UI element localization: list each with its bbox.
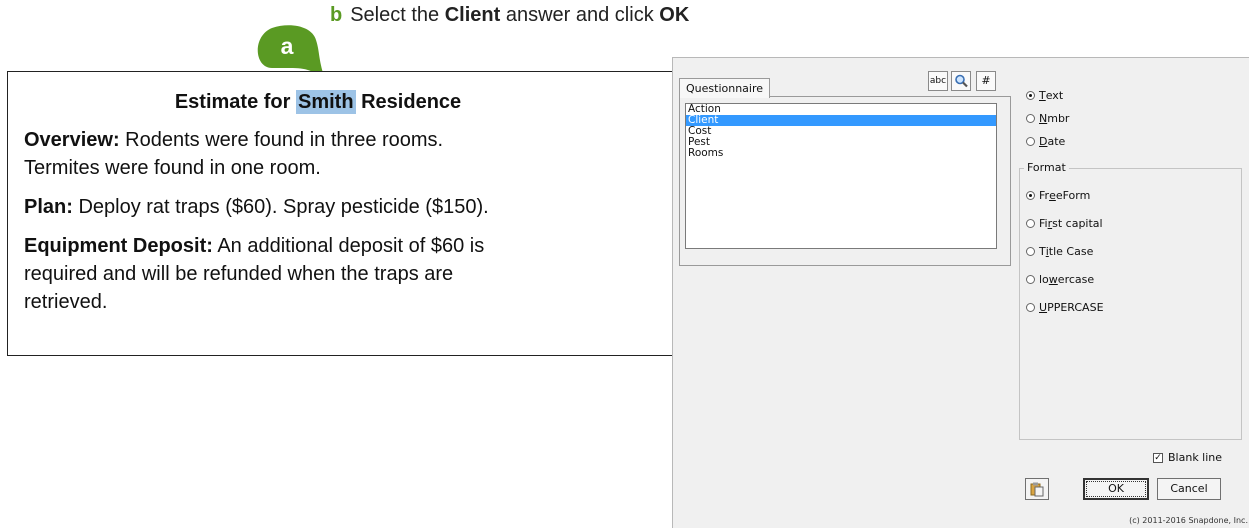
cancel-button[interactable]: Cancel xyxy=(1157,478,1221,500)
type-radio-0[interactable]: Text xyxy=(1026,89,1063,102)
format-radio-label-post: PPERCASE xyxy=(1047,301,1104,314)
overview-text-2: Termites were found in one room. xyxy=(24,157,321,179)
instruction-pre: Select the xyxy=(350,4,445,26)
list-item-cost[interactable]: Cost xyxy=(686,126,996,137)
blank-line-check-box[interactable]: ✓ xyxy=(1153,452,1163,463)
format-radio-label-pre: T xyxy=(1039,245,1046,258)
deposit-label: Equipment Deposit: xyxy=(24,235,213,257)
plan-label: Plan: xyxy=(24,196,73,218)
search-tool-button[interactable] xyxy=(951,71,971,91)
title-pre: Estimate for xyxy=(174,91,296,113)
copyright-text: (c) 2011-2016 Snapdone, Inc. xyxy=(1129,516,1248,525)
format-radio-1[interactable]: Fi r st capital xyxy=(1026,217,1103,230)
type-radio-label-u: D xyxy=(1039,135,1048,148)
type-radio-2[interactable]: Date xyxy=(1026,135,1065,148)
format-radio-label-u: U xyxy=(1039,301,1048,314)
type-radio-label-u: T xyxy=(1039,89,1046,102)
overview-label: Overview: xyxy=(24,129,120,151)
format-radio-4[interactable]: U PPERCASE xyxy=(1026,301,1104,314)
paste-button[interactable] xyxy=(1025,478,1049,500)
overview-text-1: Rodents were found in three rooms. xyxy=(119,129,444,151)
type-radio-label-post: ate xyxy=(1047,135,1066,148)
clipboard-icon xyxy=(1030,482,1044,497)
instruction-client: Client xyxy=(444,4,501,26)
format-radio-label-pre: lo xyxy=(1039,273,1049,286)
blank-line-label: Blank line xyxy=(1168,451,1223,464)
radio-dot[interactable] xyxy=(1026,91,1035,100)
format-radio-label-pre: Fi xyxy=(1039,217,1048,230)
radio-dot[interactable] xyxy=(1026,191,1035,200)
blank-line-checkbox[interactable]: ✓ Blank line xyxy=(1153,451,1222,464)
format-radio-label-post: ercase xyxy=(1057,273,1095,286)
plan-text: Deploy rat traps ($60). Spray pesticide … xyxy=(72,196,489,218)
format-radio-3[interactable]: lo w ercase xyxy=(1026,273,1094,286)
overview-paragraph: Overview: Rodents were found in three ro… xyxy=(24,126,672,182)
format-radio-label-post: eForm xyxy=(1055,189,1091,202)
format-radio-0[interactable]: Fr e eForm xyxy=(1026,189,1090,202)
type-radio-label-u: N xyxy=(1039,112,1048,125)
format-radio-label-u: w xyxy=(1048,273,1058,286)
instruction-mid: answer and click xyxy=(500,4,660,26)
radio-dot[interactable] xyxy=(1026,275,1035,284)
plan-paragraph: Plan: Deploy rat traps ($60). Spray pest… xyxy=(24,193,672,221)
list-item-action[interactable]: Action xyxy=(686,104,996,115)
title-post: Residence xyxy=(355,91,462,113)
abc-tool-button[interactable]: abc xyxy=(928,71,948,91)
title-field-smith[interactable]: Smith xyxy=(295,90,356,114)
field-dialog: Questionnaire abc # Action Client Cost Pest… xyxy=(672,57,1249,528)
radio-dot[interactable] xyxy=(1026,114,1035,123)
estimate-document: Estimate for Smith Residence Overview: R… xyxy=(7,71,673,356)
radio-dot[interactable] xyxy=(1026,247,1035,256)
deposit-paragraph: Equipment Deposit: An additional deposit… xyxy=(24,232,672,316)
deposit-text-1: An additional deposit of $60 is xyxy=(212,235,485,257)
callout-a-label: a xyxy=(280,33,294,59)
instruction-text: b Select the Client answer and click OK xyxy=(330,4,689,27)
deposit-text-3: retrieved. xyxy=(24,291,108,313)
instruction-ok: OK xyxy=(659,4,690,26)
question-list[interactable]: Action Client Cost Pest Rooms xyxy=(685,103,997,249)
radio-dot[interactable] xyxy=(1026,219,1035,228)
type-radio-1[interactable]: Nmbr xyxy=(1026,112,1069,125)
radio-dot[interactable] xyxy=(1026,303,1035,312)
format-radio-label-u: e xyxy=(1049,189,1056,202)
document-title: Estimate for Smith Residence xyxy=(24,88,672,116)
deposit-text-2: required and will be refunded when the t… xyxy=(24,263,454,285)
format-radio-label-post: tle Case xyxy=(1048,245,1094,258)
type-radio-label-post: mbr xyxy=(1047,112,1070,125)
tab-questionnaire[interactable]: Questionnaire xyxy=(679,78,771,98)
number-tool-button[interactable]: # xyxy=(976,71,996,91)
ok-button[interactable]: OK xyxy=(1083,478,1149,500)
format-radio-label-pre: Fr xyxy=(1039,189,1050,202)
format-radio-label-post: st capital xyxy=(1052,217,1103,230)
format-group-label: Format xyxy=(1024,161,1069,174)
list-item-pest[interactable]: Pest xyxy=(686,137,996,148)
search-icon xyxy=(955,74,968,88)
list-item-rooms[interactable]: Rooms xyxy=(686,148,996,159)
radio-dot[interactable] xyxy=(1026,137,1035,146)
list-item-client[interactable]: Client xyxy=(686,115,996,126)
format-radio-2[interactable]: Ti tle Case xyxy=(1026,245,1093,258)
type-radio-label-post: ext xyxy=(1045,89,1064,102)
